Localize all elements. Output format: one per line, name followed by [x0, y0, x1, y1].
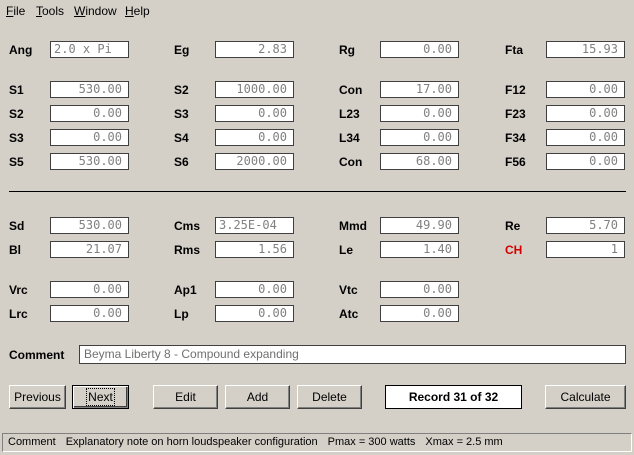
- status-xmax: Xmax = 2.5 mm: [425, 436, 503, 448]
- next-button-label: Next: [86, 388, 115, 406]
- label-s2-left: S2: [9, 107, 24, 121]
- s5-field[interactable]: 530.00: [50, 153, 129, 170]
- lrc-field[interactable]: 0.00: [50, 305, 129, 322]
- con-2-field[interactable]: 68.00: [380, 153, 459, 170]
- s3-field[interactable]: 0.00: [215, 105, 294, 122]
- label-f34: F34: [505, 131, 526, 145]
- menu-file[interactable]: File: [6, 4, 25, 18]
- label-s4: S4: [174, 131, 189, 145]
- label-ap1: Ap1: [174, 283, 197, 297]
- l34-field[interactable]: 0.00: [380, 129, 459, 146]
- vtc-field[interactable]: 0.00: [380, 281, 459, 298]
- label-ang: Ang: [9, 43, 33, 57]
- le-field[interactable]: 1.40: [380, 241, 459, 258]
- edit-button[interactable]: Edit: [153, 385, 218, 409]
- label-cms: Cms: [174, 219, 201, 233]
- record-indicator: Record 31 of 32: [385, 385, 522, 409]
- re-field[interactable]: 5.70: [546, 217, 625, 234]
- fta-field[interactable]: 15.93: [546, 41, 625, 58]
- mmd-field[interactable]: 49.90: [380, 217, 459, 234]
- s3-left-field[interactable]: 0.00: [50, 129, 129, 146]
- add-button-label: Add: [246, 390, 269, 404]
- lp-field[interactable]: 0.00: [215, 305, 294, 322]
- edit-button-label: Edit: [175, 390, 196, 404]
- bl-field[interactable]: 21.07: [50, 241, 129, 258]
- section-divider: [9, 191, 626, 192]
- previous-button[interactable]: Previous: [9, 385, 66, 409]
- label-f12: F12: [505, 83, 526, 97]
- calculate-button-label: Calculate: [560, 390, 611, 404]
- ap1-field[interactable]: 0.00: [215, 281, 294, 298]
- label-sd: Sd: [9, 219, 25, 233]
- delete-button[interactable]: Delete: [297, 385, 362, 409]
- label-bl: Bl: [9, 243, 21, 257]
- f56-field[interactable]: 0.00: [546, 153, 625, 170]
- label-lrc: Lrc: [9, 307, 28, 321]
- vrc-field[interactable]: 0.00: [50, 281, 129, 298]
- label-lp: Lp: [174, 307, 189, 321]
- delete-button-label: Delete: [312, 390, 347, 404]
- s4-field[interactable]: 0.00: [215, 129, 294, 146]
- status-bar: Comment Explanatory note on horn loudspea…: [2, 433, 632, 452]
- rms-field[interactable]: 1.56: [215, 241, 294, 258]
- label-vtc: Vtc: [339, 283, 358, 297]
- label-s1: S1: [9, 83, 24, 97]
- f23-field[interactable]: 0.00: [546, 105, 625, 122]
- s1-field[interactable]: 530.00: [50, 81, 129, 98]
- label-eg: Eg: [174, 43, 190, 57]
- status-comment-label: Comment: [8, 436, 56, 448]
- status-pmax: Pmax = 300 watts: [327, 436, 416, 448]
- previous-button-label: Previous: [14, 390, 61, 404]
- label-s2: S2: [174, 83, 189, 97]
- f34-field[interactable]: 0.00: [546, 129, 625, 146]
- atc-field[interactable]: 0.00: [380, 305, 459, 322]
- menu-help[interactable]: Help: [125, 4, 150, 18]
- status-comment-text: Explanatory note on horn loudspeaker con…: [65, 436, 318, 448]
- f12-field[interactable]: 0.00: [546, 81, 625, 98]
- label-atc: Atc: [339, 307, 359, 321]
- s6-field[interactable]: 2000.00: [215, 153, 294, 170]
- calculate-button[interactable]: Calculate: [545, 385, 626, 409]
- label-f23: F23: [505, 107, 526, 121]
- label-re: Re: [505, 219, 521, 233]
- next-button[interactable]: Next: [72, 385, 129, 409]
- add-button[interactable]: Add: [225, 385, 290, 409]
- label-le: Le: [339, 243, 354, 257]
- label-rg: Rg: [339, 43, 355, 57]
- ch-field[interactable]: 1: [546, 241, 625, 258]
- sd-field[interactable]: 530.00: [50, 217, 129, 234]
- label-rms: Rms: [174, 243, 201, 257]
- label-comment: Comment: [9, 348, 65, 362]
- cms-field[interactable]: 3.25E-04: [215, 217, 294, 234]
- s2-left-field[interactable]: 0.00: [50, 105, 129, 122]
- label-l23: L23: [339, 107, 360, 121]
- menu-bar: File Tools Window Help: [0, 0, 634, 22]
- label-s6: S6: [174, 155, 189, 169]
- eg-field[interactable]: 2.83: [215, 41, 294, 58]
- label-vrc: Vrc: [9, 283, 28, 297]
- label-s3: S3: [174, 107, 189, 121]
- label-l34: L34: [339, 131, 360, 145]
- label-s3-left: S3: [9, 131, 24, 145]
- label-mmd: Mmd: [339, 219, 367, 233]
- label-ch: CH: [505, 243, 523, 257]
- con-1-field[interactable]: 17.00: [380, 81, 459, 98]
- menu-window[interactable]: Window: [74, 4, 117, 18]
- label-s5: S5: [9, 155, 24, 169]
- label-con-1: Con: [339, 83, 363, 97]
- menu-tools[interactable]: Tools: [36, 4, 64, 18]
- s2-field[interactable]: 1000.00: [215, 81, 294, 98]
- label-fta: Fta: [505, 43, 523, 57]
- label-con-2: Con: [339, 155, 363, 169]
- comment-field[interactable]: Beyma Liberty 8 - Compound expanding: [79, 345, 626, 364]
- l23-field[interactable]: 0.00: [380, 105, 459, 122]
- rg-field[interactable]: 0.00: [380, 41, 459, 58]
- label-f56: F56: [505, 155, 526, 169]
- ang-field[interactable]: 2.0 x Pi: [50, 41, 129, 58]
